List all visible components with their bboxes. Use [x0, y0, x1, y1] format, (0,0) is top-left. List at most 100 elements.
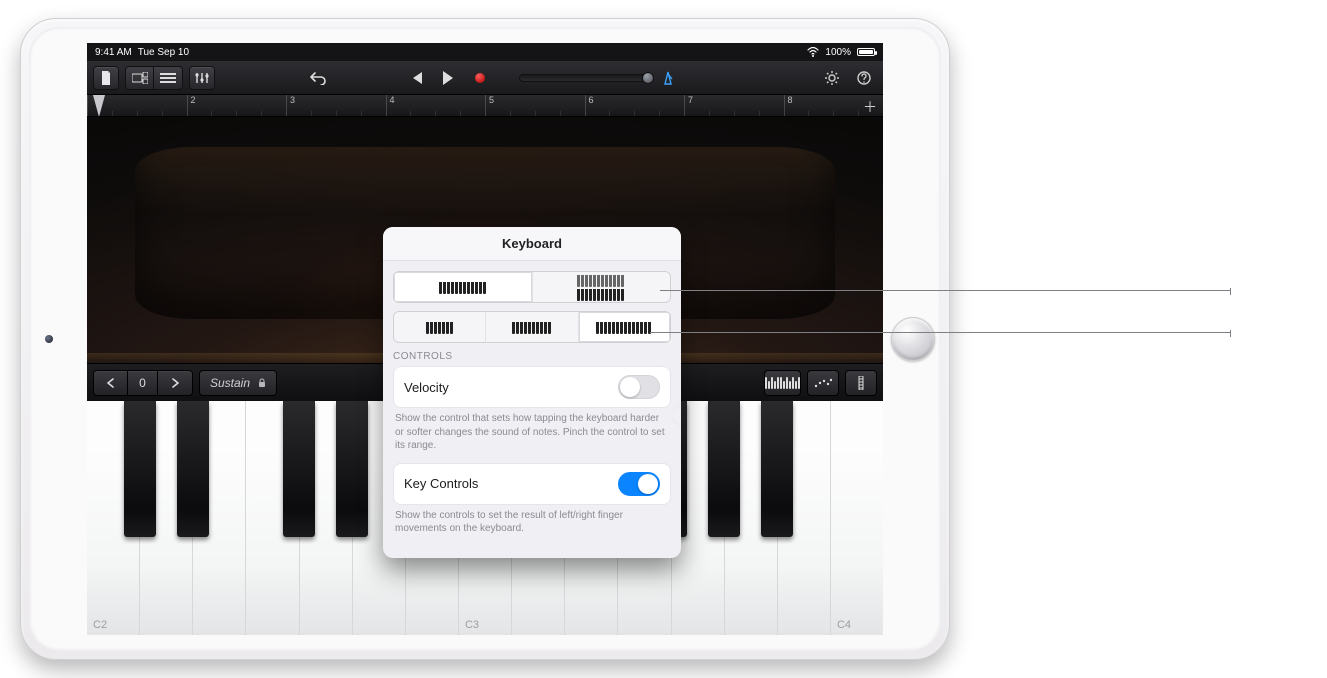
view-toggle-group — [125, 66, 183, 90]
velocity-row: Velocity — [393, 366, 671, 408]
ruler-tick — [858, 111, 859, 116]
status-time: 9:41 AM — [95, 47, 132, 58]
keyboard-row-count-segmented — [393, 271, 671, 303]
battery-icon — [857, 48, 875, 56]
callout-leader-1 — [660, 290, 1230, 291]
my-songs-button[interactable] — [93, 66, 119, 90]
ruler-tick — [759, 111, 760, 116]
keyboard-size-medium-option[interactable] — [486, 312, 578, 342]
ruler-bar-5: 5 — [485, 95, 494, 117]
octave-down-button[interactable] — [94, 371, 128, 395]
scale-button[interactable] — [845, 370, 877, 396]
white-key[interactable] — [140, 401, 193, 635]
song-position-knob[interactable] — [642, 72, 654, 84]
ruler-tick — [311, 111, 312, 116]
double-keyboard-option[interactable] — [533, 272, 671, 302]
ruler-tick — [435, 111, 436, 116]
white-key[interactable] — [300, 401, 353, 635]
white-key[interactable] — [778, 401, 831, 635]
velocity-toggle[interactable] — [618, 375, 660, 399]
keyboard-medium-icon — [512, 321, 552, 333]
callout-leader-2 — [650, 332, 1230, 333]
controls-section-heading: CONTROLS — [393, 351, 671, 362]
track-controls-button[interactable] — [189, 66, 215, 90]
keyboard-size-large-option[interactable] — [579, 312, 670, 342]
status-bar: 9:41 AM Tue Sep 10 100% — [87, 43, 883, 61]
ruler-bar-6: 6 — [585, 95, 594, 117]
white-key[interactable] — [246, 401, 299, 635]
ruler-tick — [112, 111, 113, 116]
help-button[interactable] — [851, 66, 877, 90]
white-key[interactable]: C4 — [831, 401, 883, 635]
ruler-tick — [261, 111, 262, 116]
octave-value: 0 — [128, 371, 158, 395]
ruler-tick — [137, 111, 138, 116]
ruler-tick — [211, 111, 212, 116]
ruler-tick — [510, 111, 511, 116]
ruler-bar-1 — [87, 95, 91, 117]
octave-stepper: 0 — [93, 370, 193, 396]
screen: 9:41 AM Tue Sep 10 100% — [87, 43, 883, 635]
ruler-tick — [460, 111, 461, 116]
go-to-start-button[interactable] — [403, 66, 429, 90]
key-label: C4 — [837, 619, 851, 631]
song-ruler[interactable]: ＋ 2345678 — [87, 95, 883, 117]
play-button[interactable] — [435, 66, 461, 90]
wifi-icon — [807, 47, 819, 57]
ruler-bar-8: 8 — [784, 95, 793, 117]
ruler-tick — [709, 111, 710, 116]
settings-button[interactable] — [819, 66, 845, 90]
ruler-bar-3: 3 — [286, 95, 295, 117]
octave-up-button[interactable] — [158, 371, 192, 395]
white-key[interactable] — [193, 401, 246, 635]
app-toolbar — [87, 61, 883, 95]
ruler-tick — [560, 111, 561, 116]
ruler-tick — [336, 111, 337, 116]
ruler-tick — [535, 111, 536, 116]
keyboard-icon — [765, 377, 800, 389]
keyboard-size-small-option[interactable] — [394, 312, 486, 342]
metronome-button[interactable] — [655, 66, 681, 90]
ruler-tick — [808, 111, 809, 116]
ruler-tick — [361, 111, 362, 116]
key-controls-title: Key Controls — [404, 476, 478, 491]
ruler-tick — [634, 111, 635, 116]
ruler-bar-7: 7 — [684, 95, 693, 117]
single-keyboard-icon — [439, 281, 487, 293]
front-camera — [45, 335, 53, 343]
white-key[interactable]: C2 — [87, 401, 140, 635]
ruler-tick — [162, 111, 163, 116]
ruler-tick — [609, 111, 610, 116]
song-position-slider[interactable] — [519, 74, 649, 82]
browser-view-button[interactable] — [126, 67, 154, 89]
home-button[interactable] — [891, 317, 935, 361]
ruler-bar-2: 2 — [187, 95, 196, 117]
arpeggiator-button[interactable] — [807, 370, 839, 396]
record-button[interactable] — [467, 66, 493, 90]
key-controls-toggle[interactable] — [618, 472, 660, 496]
keyboard-small-icon — [426, 321, 454, 333]
battery-percent: 100% — [825, 47, 851, 58]
ruler-tick — [833, 111, 834, 116]
ruler-tick — [734, 111, 735, 116]
sustain-button[interactable]: Sustain — [199, 370, 277, 396]
playhead[interactable] — [93, 95, 105, 117]
popover-title: Keyboard — [383, 227, 681, 261]
velocity-hint: Show the control that sets how tapping t… — [393, 412, 671, 453]
double-keyboard-icon — [577, 274, 625, 300]
add-section-button[interactable]: ＋ — [863, 97, 877, 117]
sustain-label: Sustain — [210, 376, 250, 390]
key-label: C3 — [465, 619, 479, 631]
keyboard-layout-button[interactable] — [764, 370, 801, 396]
key-controls-hint: Show the controls to set the result of l… — [393, 509, 671, 536]
tracks-view-button[interactable] — [154, 67, 182, 89]
undo-button[interactable] — [305, 66, 331, 90]
white-key[interactable] — [725, 401, 778, 635]
key-label: C2 — [93, 619, 107, 631]
status-date: Tue Sep 10 — [138, 47, 189, 58]
velocity-title: Velocity — [404, 380, 449, 395]
keyboard-layout-popover: Keyboard — [383, 227, 681, 558]
ruler-tick — [236, 111, 237, 116]
single-keyboard-option[interactable] — [394, 272, 533, 302]
keyboard-large-icon — [596, 321, 652, 333]
